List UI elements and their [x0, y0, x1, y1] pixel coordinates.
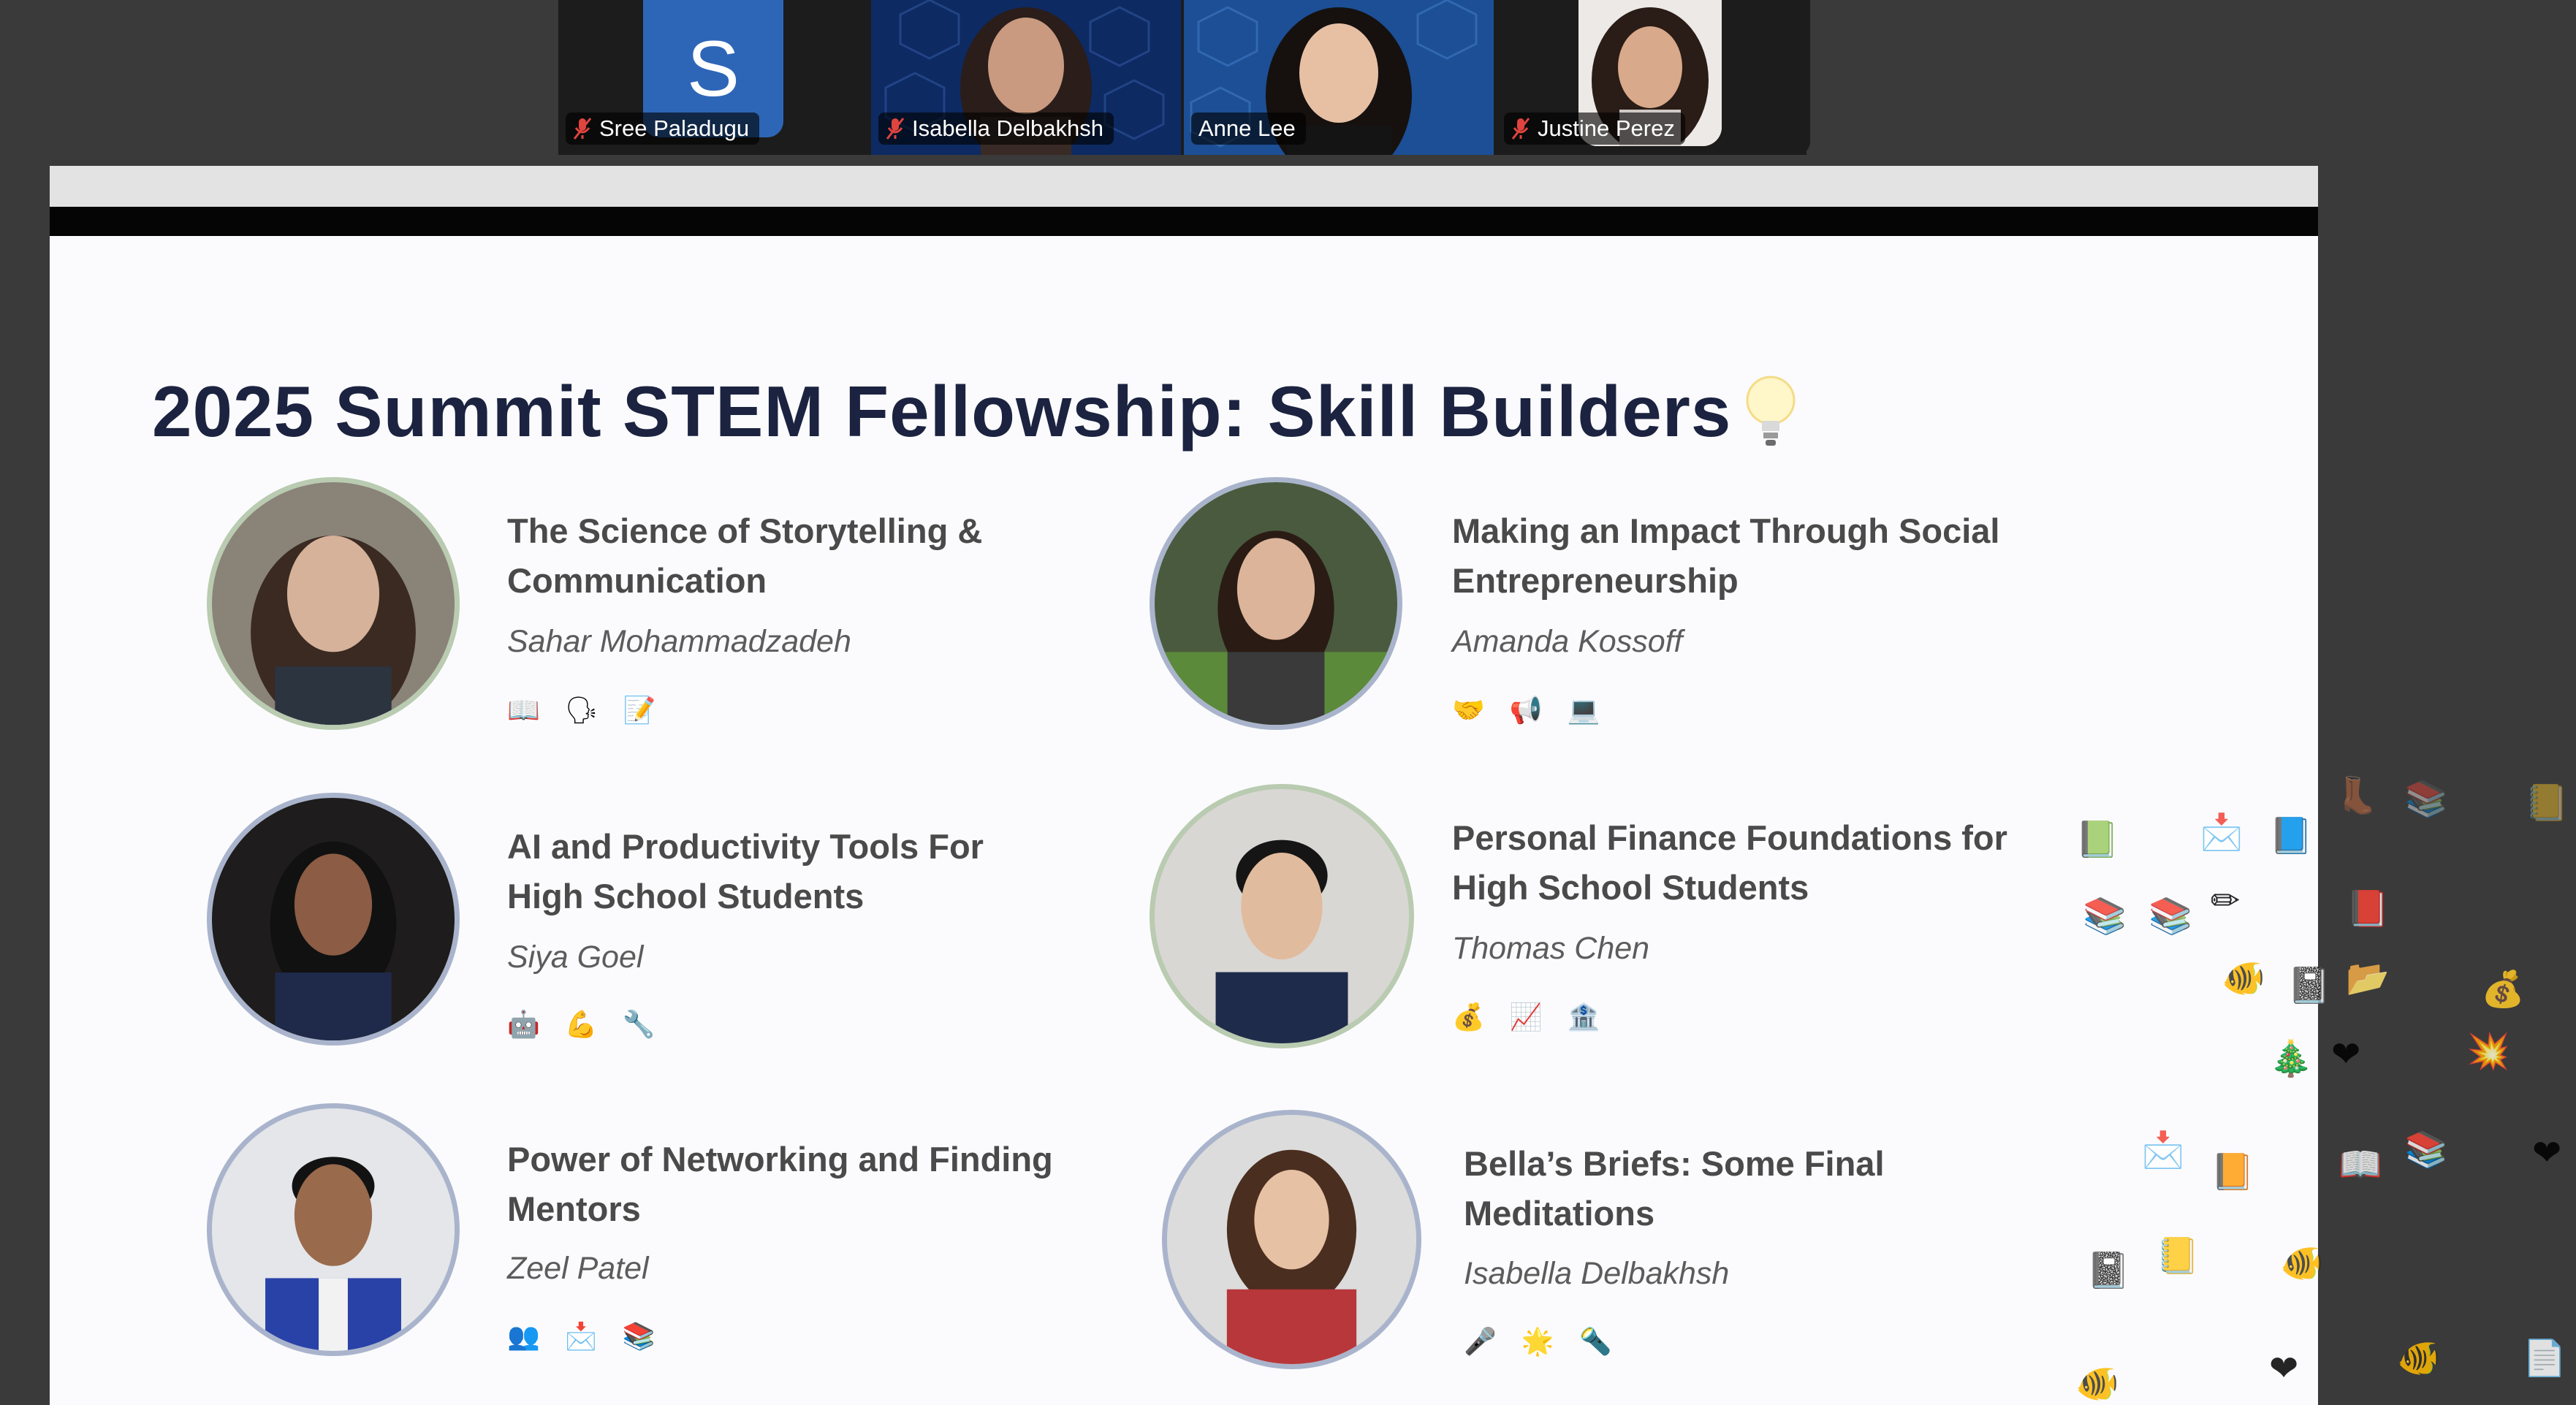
participant-tile-isabella[interactable]: Isabella Delbakhsh — [871, 0, 1181, 155]
slide-title: 2025 Summit STEM Fellowship: Skill Build… — [152, 370, 1797, 453]
reaction-emoji: 📩 — [2200, 812, 2243, 853]
speaker-photo — [1150, 477, 1402, 730]
participant-name-tag: Sree Paladugu — [566, 113, 760, 145]
reaction-emoji: ❤ — [2269, 1348, 2299, 1389]
speaker-photo — [207, 793, 460, 1046]
session-title: Power of Networking and Finding Mentors — [507, 1140, 1053, 1228]
participant-tile-sree[interactable]: S Sree Paladugu — [558, 0, 868, 155]
reaction-emoji: 📓 — [2086, 1250, 2130, 1291]
session-title: Personal Finance Foundations for High Sc… — [1452, 818, 2007, 907]
reaction-emoji: 📄 — [2523, 1338, 2566, 1379]
session-emoji-icons: 💰📈🏦 — [1452, 1002, 1625, 1032]
reaction-emoji: ✏ — [2211, 880, 2241, 921]
reaction-emoji: 👢 — [2335, 775, 2379, 816]
speaker-photo — [207, 1103, 460, 1356]
slide-title-text: 2025 Summit STEM Fellowship: Skill Build… — [152, 371, 1732, 452]
mic-muted-icon — [1511, 118, 1530, 140]
reaction-emoji: ❤ — [2331, 1034, 2361, 1075]
shared-screen: 2025 Summit STEM Fellowship: Skill Build… — [50, 166, 2318, 1405]
session-title: Making an Impact Through Social Entrepre… — [1452, 511, 2000, 600]
session-emoji-icons: 🤖💪🔧 — [507, 1010, 680, 1040]
reaction-emoji: 📒 — [2525, 783, 2569, 823]
session-emoji-icons: 🤝📢💻 — [1452, 696, 1625, 726]
reaction-emoji: 📒 — [2156, 1235, 2200, 1276]
participant-tile-anne[interactable]: Anne Lee — [1184, 0, 1494, 155]
session-title: The Science of Storytelling & Communicat… — [507, 511, 983, 600]
reaction-emoji: 📓 — [2287, 965, 2331, 1006]
reaction-emoji: 🐠 — [2075, 1363, 2119, 1404]
session-title: Bella’s Briefs: Some Final Meditations — [1464, 1144, 1885, 1233]
reaction-emoji: 📕 — [2346, 888, 2390, 929]
mic-muted-icon — [886, 118, 905, 140]
session-emoji-icons: 👥📩📚 — [507, 1322, 680, 1352]
speaker-name: Thomas Chen — [1452, 931, 1650, 966]
session-title: AI and Productivity Tools For High Schoo… — [507, 827, 984, 915]
participant-name-tag: Isabella Delbakhsh — [878, 113, 1114, 145]
speaker-photo — [207, 477, 460, 730]
reaction-emoji: 🐠 — [2280, 1243, 2324, 1284]
reaction-emoji: 📚 — [2148, 896, 2192, 937]
reaction-emoji: 📂 — [2346, 958, 2390, 999]
participant-name-tag: Anne Lee — [1191, 113, 1306, 145]
participant-name: Justine Perez — [1538, 115, 1675, 141]
reaction-emoji: 💥 — [2466, 1031, 2510, 1072]
shared-window-titlebar — [50, 166, 2318, 207]
participant-name: Anne Lee — [1198, 115, 1296, 141]
session-emoji-icons: 🎤🌟🔦 — [1464, 1327, 1637, 1357]
reaction-emoji: 🐠 — [2222, 958, 2265, 999]
reaction-emoji: 📗 — [2075, 819, 2119, 860]
reaction-emoji: 💰 — [2481, 969, 2525, 1010]
session-emoji-icons: 📖🗣📝 — [507, 696, 681, 726]
reaction-emoji: 🎄 — [2269, 1038, 2313, 1079]
participant-name-tag: Justine Perez — [1504, 113, 1685, 145]
speaker-photo — [1150, 784, 1414, 1048]
reaction-emoji: ❤ — [2532, 1132, 2562, 1173]
speaker-name: Sahar Mohammadzadeh — [507, 624, 851, 659]
speaker-name: Amanda Kossoff — [1452, 624, 1683, 659]
participant-name: Sree Paladugu — [599, 115, 750, 141]
participant-name: Isabella Delbakhsh — [912, 115, 1103, 141]
reaction-emoji: 📖 — [2338, 1144, 2382, 1185]
reaction-emoji: 🐠 — [2397, 1338, 2441, 1379]
speaker-photo — [1162, 1110, 1421, 1369]
reaction-emoji: 📙 — [2211, 1151, 2254, 1192]
shared-window-toolbar — [50, 207, 2318, 236]
participant-strip: S Sree Paladugu Isabella Delbakhsh Anne … — [558, 0, 1810, 155]
speaker-name: Zeel Patel — [507, 1251, 649, 1286]
reaction-emoji: 📚 — [2404, 1130, 2448, 1170]
participant-tile-justine[interactable]: Justine Perez — [1497, 0, 1806, 155]
lightbulb-icon — [1746, 376, 1796, 446]
reaction-emoji: 📩 — [2141, 1130, 2185, 1170]
speaker-name: Isabella Delbakhsh — [1464, 1256, 1730, 1291]
speaker-name: Siya Goel — [507, 940, 644, 975]
reaction-emoji: 📚 — [2083, 896, 2127, 937]
reaction-emoji: 📘 — [2269, 815, 2313, 856]
reaction-emoji: 📚 — [2404, 779, 2448, 820]
mic-muted-icon — [573, 118, 592, 140]
